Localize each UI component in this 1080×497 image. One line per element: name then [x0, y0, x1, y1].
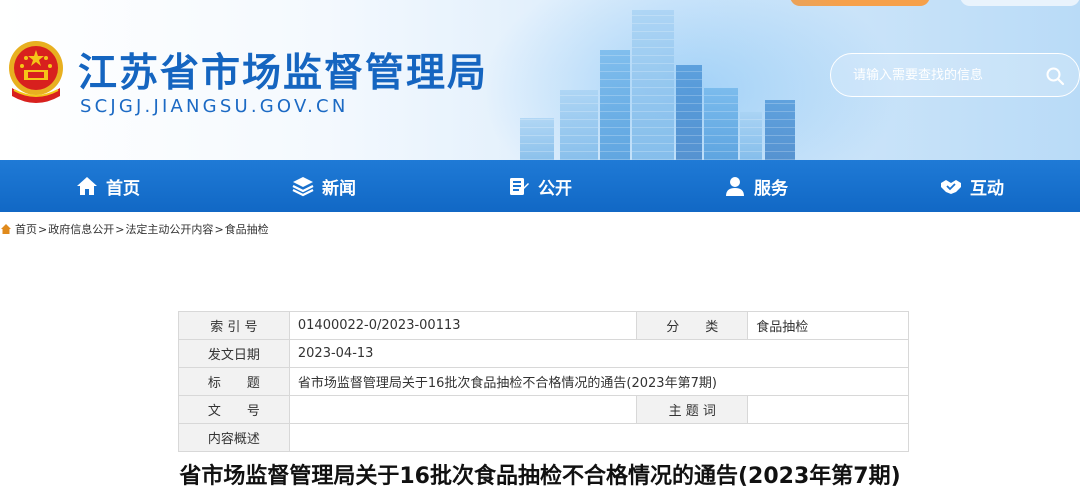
search-box [830, 53, 1080, 97]
breadcrumb-link-food-inspection[interactable]: 食品抽检 [225, 221, 269, 237]
date-value: 2023-04-13 [288, 339, 910, 368]
nav-item-news[interactable]: 新闻 [216, 160, 432, 212]
breadcrumb-link-statutory[interactable]: 法定主动公开内容 [125, 221, 213, 237]
table-row: 文 号 主 题 词 [178, 395, 909, 424]
nav-item-label: 互动 [970, 178, 1004, 199]
nav-item-interact[interactable]: 互动 [864, 160, 1080, 212]
nav-item-public[interactable]: 公开 [432, 160, 648, 212]
title-label: 标 题 [178, 367, 290, 396]
layers-icon [292, 177, 314, 197]
doc-number-label: 文 号 [178, 395, 290, 424]
site-domain: SCJGJ.JIANGSU.GOV.CN [80, 96, 349, 117]
breadcrumb-separator: > [115, 222, 125, 236]
nav-item-label: 新闻 [322, 178, 356, 199]
breadcrumb-link-gov-info[interactable]: 政府信息公开 [48, 221, 114, 237]
title-value: 省市场监督管理局关于16批次食品抽检不合格情况的通告(2023年第7期) [288, 367, 910, 396]
summary-value [288, 423, 910, 452]
table-row: 索 引 号 01400022-0/2023-00113 分 类 食品抽检 [178, 311, 909, 340]
search-icon[interactable] [1045, 66, 1065, 86]
table-row: 内容概述 [178, 423, 910, 452]
users-icon [726, 177, 744, 196]
breadcrumb-link-home[interactable]: 首页 [15, 221, 37, 237]
header-banner: 江苏省市场监督管理局 SCJGJ.JIANGSU.GOV.CN [0, 0, 1080, 160]
search-input[interactable] [853, 67, 1043, 83]
summary-label: 内容概述 [178, 423, 290, 452]
nav-item-home[interactable]: 首页 [0, 160, 216, 212]
main-nav: 首页 新闻 公开 服务 互动 [0, 160, 1080, 212]
document-info-table: 索 引 号 01400022-0/2023-00113 分 类 食品抽检 发文日… [178, 311, 910, 452]
table-row: 发文日期 2023-04-13 [178, 339, 910, 368]
index-value: 01400022-0/2023-00113 [288, 311, 638, 340]
table-row: 标 题 省市场监督管理局关于16批次食品抽检不合格情况的通告(2023年第7期) [178, 367, 910, 396]
breadcrumb-home-icon [1, 224, 11, 234]
breadcrumb: 首页 > 政府信息公开 > 法定主动公开内容 > 食品抽检 [0, 221, 269, 237]
category-value: 食品抽检 [747, 311, 909, 340]
doc-number-value [288, 395, 638, 424]
breadcrumb-separator: > [214, 222, 224, 236]
breadcrumb-separator: > [38, 222, 48, 236]
nav-item-service[interactable]: 服务 [648, 160, 864, 212]
home-icon [77, 177, 97, 195]
site-title: 江苏省市场监督管理局 [78, 51, 489, 96]
date-label: 发文日期 [178, 339, 290, 368]
document-stack-icon [510, 178, 529, 195]
nav-item-label: 服务 [754, 178, 788, 199]
index-label: 索 引 号 [178, 311, 290, 340]
national-emblem-icon [9, 41, 63, 103]
handshake-icon [941, 180, 961, 194]
nav-item-label: 首页 [106, 178, 140, 199]
keywords-label: 主 题 词 [636, 395, 749, 424]
keywords-value [747, 395, 909, 424]
category-label: 分 类 [636, 311, 749, 340]
article-title: 省市场监督管理局关于16批次食品抽检不合格情况的通告(2023年第7期) [179, 464, 901, 489]
top-accent-pill-light [960, 0, 1080, 6]
nav-item-label: 公开 [538, 178, 572, 199]
